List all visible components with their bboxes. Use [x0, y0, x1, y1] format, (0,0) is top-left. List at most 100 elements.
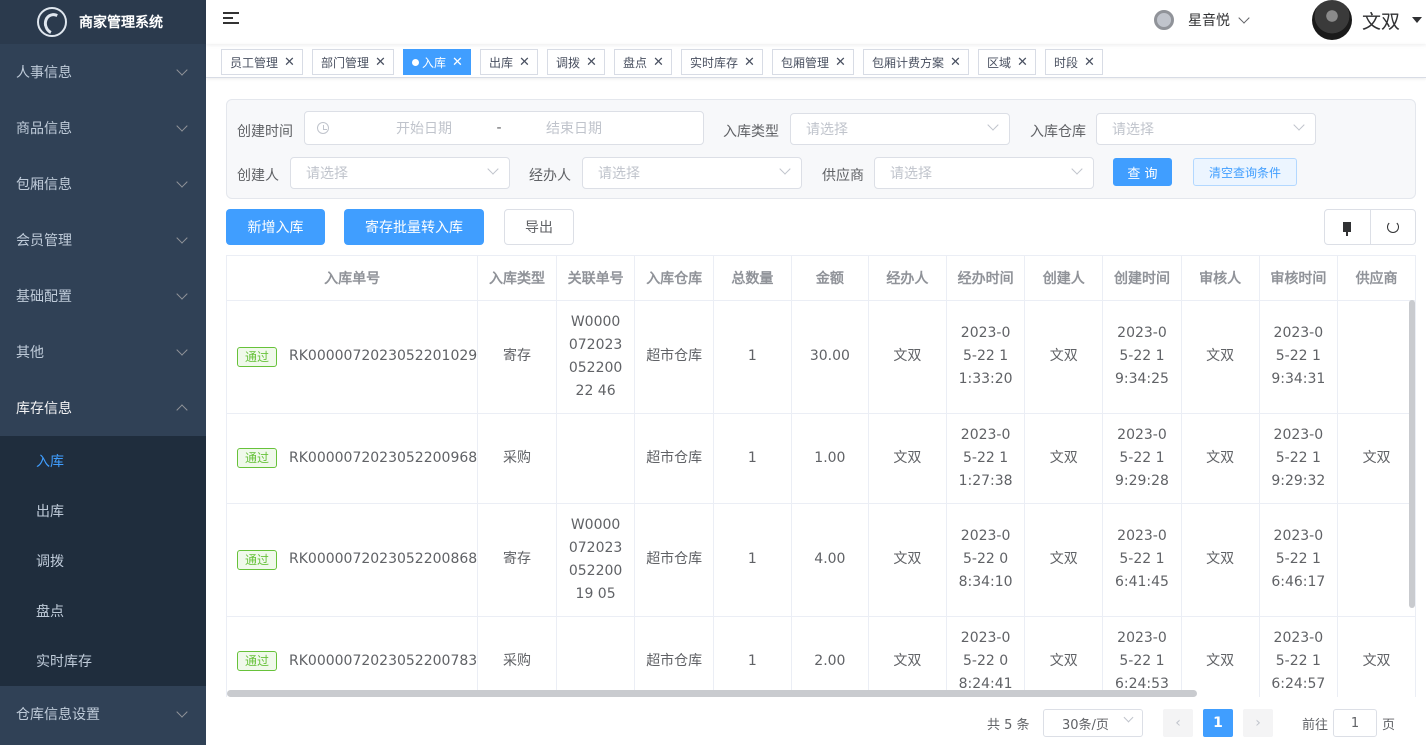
- col-header: 经办时间: [946, 256, 1026, 301]
- sidebar-item-label: 包厢信息: [16, 177, 72, 193]
- sidebar-subitem-inbound[interactable]: 入库: [0, 436, 206, 486]
- vertical-scrollbar[interactable]: [1409, 300, 1415, 608]
- add-inbound-button[interactable]: 新增入库: [226, 209, 325, 245]
- order-no: RK0000072023052201029: [289, 348, 478, 364]
- sidebar-subitem-transfer[interactable]: 调拨: [0, 536, 206, 586]
- type-cell: 寄存: [477, 300, 557, 414]
- sidebar-item-hr[interactable]: 人事信息: [0, 44, 206, 100]
- tag-outbound[interactable]: 出库 ✕: [480, 49, 538, 75]
- tag-department[interactable]: 部门管理 ✕: [312, 49, 394, 75]
- tag-room-management[interactable]: 包厢管理 ✕: [772, 49, 854, 75]
- tag-transfer[interactable]: 调拨 ✕: [547, 49, 605, 75]
- sidebar-item-label: 人事信息: [16, 65, 72, 81]
- table-row[interactable]: 通过 RK0000072023052200868 寄存 W000007202305…: [227, 503, 1416, 617]
- related-cell: [556, 616, 636, 697]
- inbound-table: 入库单号 入库类型 关联单号 入库仓库 总数量 金额 经办人 经办时间 创建人 …: [226, 255, 1416, 697]
- next-page-button[interactable]: ›: [1243, 709, 1273, 737]
- avatar: [1312, 0, 1352, 40]
- sidebar-item-label: 库存信息: [16, 401, 72, 417]
- status-badge: 通过: [237, 549, 278, 570]
- store-switcher[interactable]: 星音悦: [1154, 10, 1250, 30]
- sidebar-item-rooms[interactable]: 包厢信息: [0, 156, 206, 212]
- sidebar-subitem-stocktake[interactable]: 盘点: [0, 586, 206, 636]
- sidebar-item-warehouse-settings[interactable]: 仓库信息设置: [0, 686, 206, 742]
- user-name: 文双: [1362, 10, 1401, 33]
- tag-room-billing[interactable]: 包厢计费方案 ✕: [863, 49, 969, 75]
- page-size-select[interactable]: 30条/页: [1043, 709, 1143, 737]
- page-number-button[interactable]: 1: [1203, 709, 1233, 737]
- col-header: 经办人: [868, 256, 947, 301]
- handler-cell: 文双: [868, 413, 947, 504]
- table-row[interactable]: 通过 RK0000072023052200968 采购 超市仓库 1 1.00 文…: [227, 413, 1416, 504]
- sidebar-item-config[interactable]: 基础配置: [0, 268, 206, 324]
- logo-icon: [37, 7, 67, 37]
- export-button[interactable]: 导出: [504, 209, 574, 245]
- audit-time-cell: 2023-05-22 16:46:17: [1259, 503, 1339, 617]
- clear-conditions-button[interactable]: 清空查询条件: [1193, 158, 1297, 186]
- tag-time-slot[interactable]: 时段 ✕: [1045, 49, 1103, 75]
- close-icon[interactable]: ✕: [375, 56, 386, 69]
- inbound-type-select[interactable]: 请选择: [790, 113, 1010, 145]
- handle-time-cell: 2023-05-22 11:27:38: [946, 413, 1026, 504]
- close-icon[interactable]: ✕: [586, 56, 597, 69]
- handle-time-cell: 2023-05-22 08:24:41: [946, 616, 1026, 697]
- refresh-button[interactable]: [1369, 210, 1416, 244]
- tag-stocktake[interactable]: 盘点 ✕: [614, 49, 672, 75]
- related-cell: W000007202305220022 46: [556, 300, 636, 414]
- table-row[interactable]: 通过 RK0000072023052201029 寄存 W000007202305…: [227, 300, 1416, 414]
- close-icon[interactable]: ✕: [1017, 56, 1028, 69]
- close-icon[interactable]: ✕: [519, 56, 530, 69]
- order-no: RK0000072023052200868: [289, 551, 478, 567]
- table-row[interactable]: 通过 RK0000072023052200783 采购 超市仓库 1 2.00 文…: [227, 616, 1416, 697]
- tag-inbound[interactable]: 入库 ✕: [403, 49, 471, 75]
- warehouse-cell: 超市仓库: [634, 503, 714, 617]
- close-icon[interactable]: ✕: [653, 56, 664, 69]
- close-icon[interactable]: ✕: [452, 56, 463, 69]
- store-name: 星音悦: [1188, 13, 1230, 29]
- sidebar-item-goods[interactable]: 商品信息: [0, 100, 206, 156]
- sidebar-item-inventory[interactable]: 库存信息: [0, 380, 206, 436]
- tag-realtime-stock[interactable]: 实时库存 ✕: [681, 49, 763, 75]
- qty-cell: 1: [713, 413, 792, 504]
- handler-select[interactable]: 请选择: [582, 157, 802, 189]
- start-date-input[interactable]: 开始日期: [369, 118, 479, 138]
- chevron-down-icon: [1293, 119, 1305, 131]
- horizontal-scrollbar[interactable]: [227, 690, 1197, 697]
- close-icon[interactable]: ✕: [284, 56, 295, 69]
- end-date-input[interactable]: 结束日期: [519, 118, 629, 138]
- chevron-down-icon: [779, 163, 791, 175]
- column-settings-button[interactable]: [1325, 210, 1370, 244]
- supplier-select[interactable]: 请选择: [874, 157, 1094, 189]
- goto-page-input[interactable]: 1: [1333, 709, 1377, 737]
- close-icon[interactable]: ✕: [950, 56, 961, 69]
- prev-page-button[interactable]: ‹: [1163, 709, 1193, 737]
- page-size-value: 30条/页: [1062, 717, 1109, 733]
- tag-staff[interactable]: 员工管理 ✕: [221, 49, 303, 75]
- tag-label: 部门管理: [321, 55, 370, 70]
- sidebar-subitem-outbound[interactable]: 出库: [0, 486, 206, 536]
- logo: 商家管理系统: [0, 0, 206, 44]
- close-icon[interactable]: ✕: [744, 56, 755, 69]
- chevron-down-icon: [176, 64, 188, 76]
- create-time-cell: 2023-05-22 16:24:53: [1102, 616, 1182, 697]
- creator-select[interactable]: 请选择: [290, 157, 510, 189]
- batch-convert-button[interactable]: 寄存批量转入库: [344, 209, 484, 245]
- menu-toggle-icon[interactable]: [223, 12, 239, 26]
- date-range-picker[interactable]: 开始日期 - 结束日期: [304, 111, 704, 145]
- created-time-label: 创建时间: [237, 124, 293, 140]
- warehouse-select[interactable]: 请选择: [1096, 113, 1316, 145]
- sidebar-item-members[interactable]: 会员管理: [0, 212, 206, 268]
- sidebar-subitem-realtime-stock[interactable]: 实时库存: [0, 636, 206, 686]
- tag-area[interactable]: 区域 ✕: [978, 49, 1036, 75]
- close-icon[interactable]: ✕: [835, 56, 846, 69]
- user-menu[interactable]: 文双: [1312, 0, 1423, 40]
- close-icon[interactable]: ✕: [1084, 56, 1095, 69]
- sidebar-item-other[interactable]: 其他: [0, 324, 206, 380]
- chevron-up-icon: [176, 404, 188, 416]
- chevron-down-icon: [176, 288, 188, 300]
- query-button[interactable]: 查 询: [1113, 158, 1172, 186]
- warehouse-cell: 超市仓库: [634, 413, 714, 504]
- qty-cell: 1: [713, 616, 792, 697]
- tag-label: 出库: [489, 55, 514, 70]
- col-header: 审核时间: [1259, 256, 1339, 301]
